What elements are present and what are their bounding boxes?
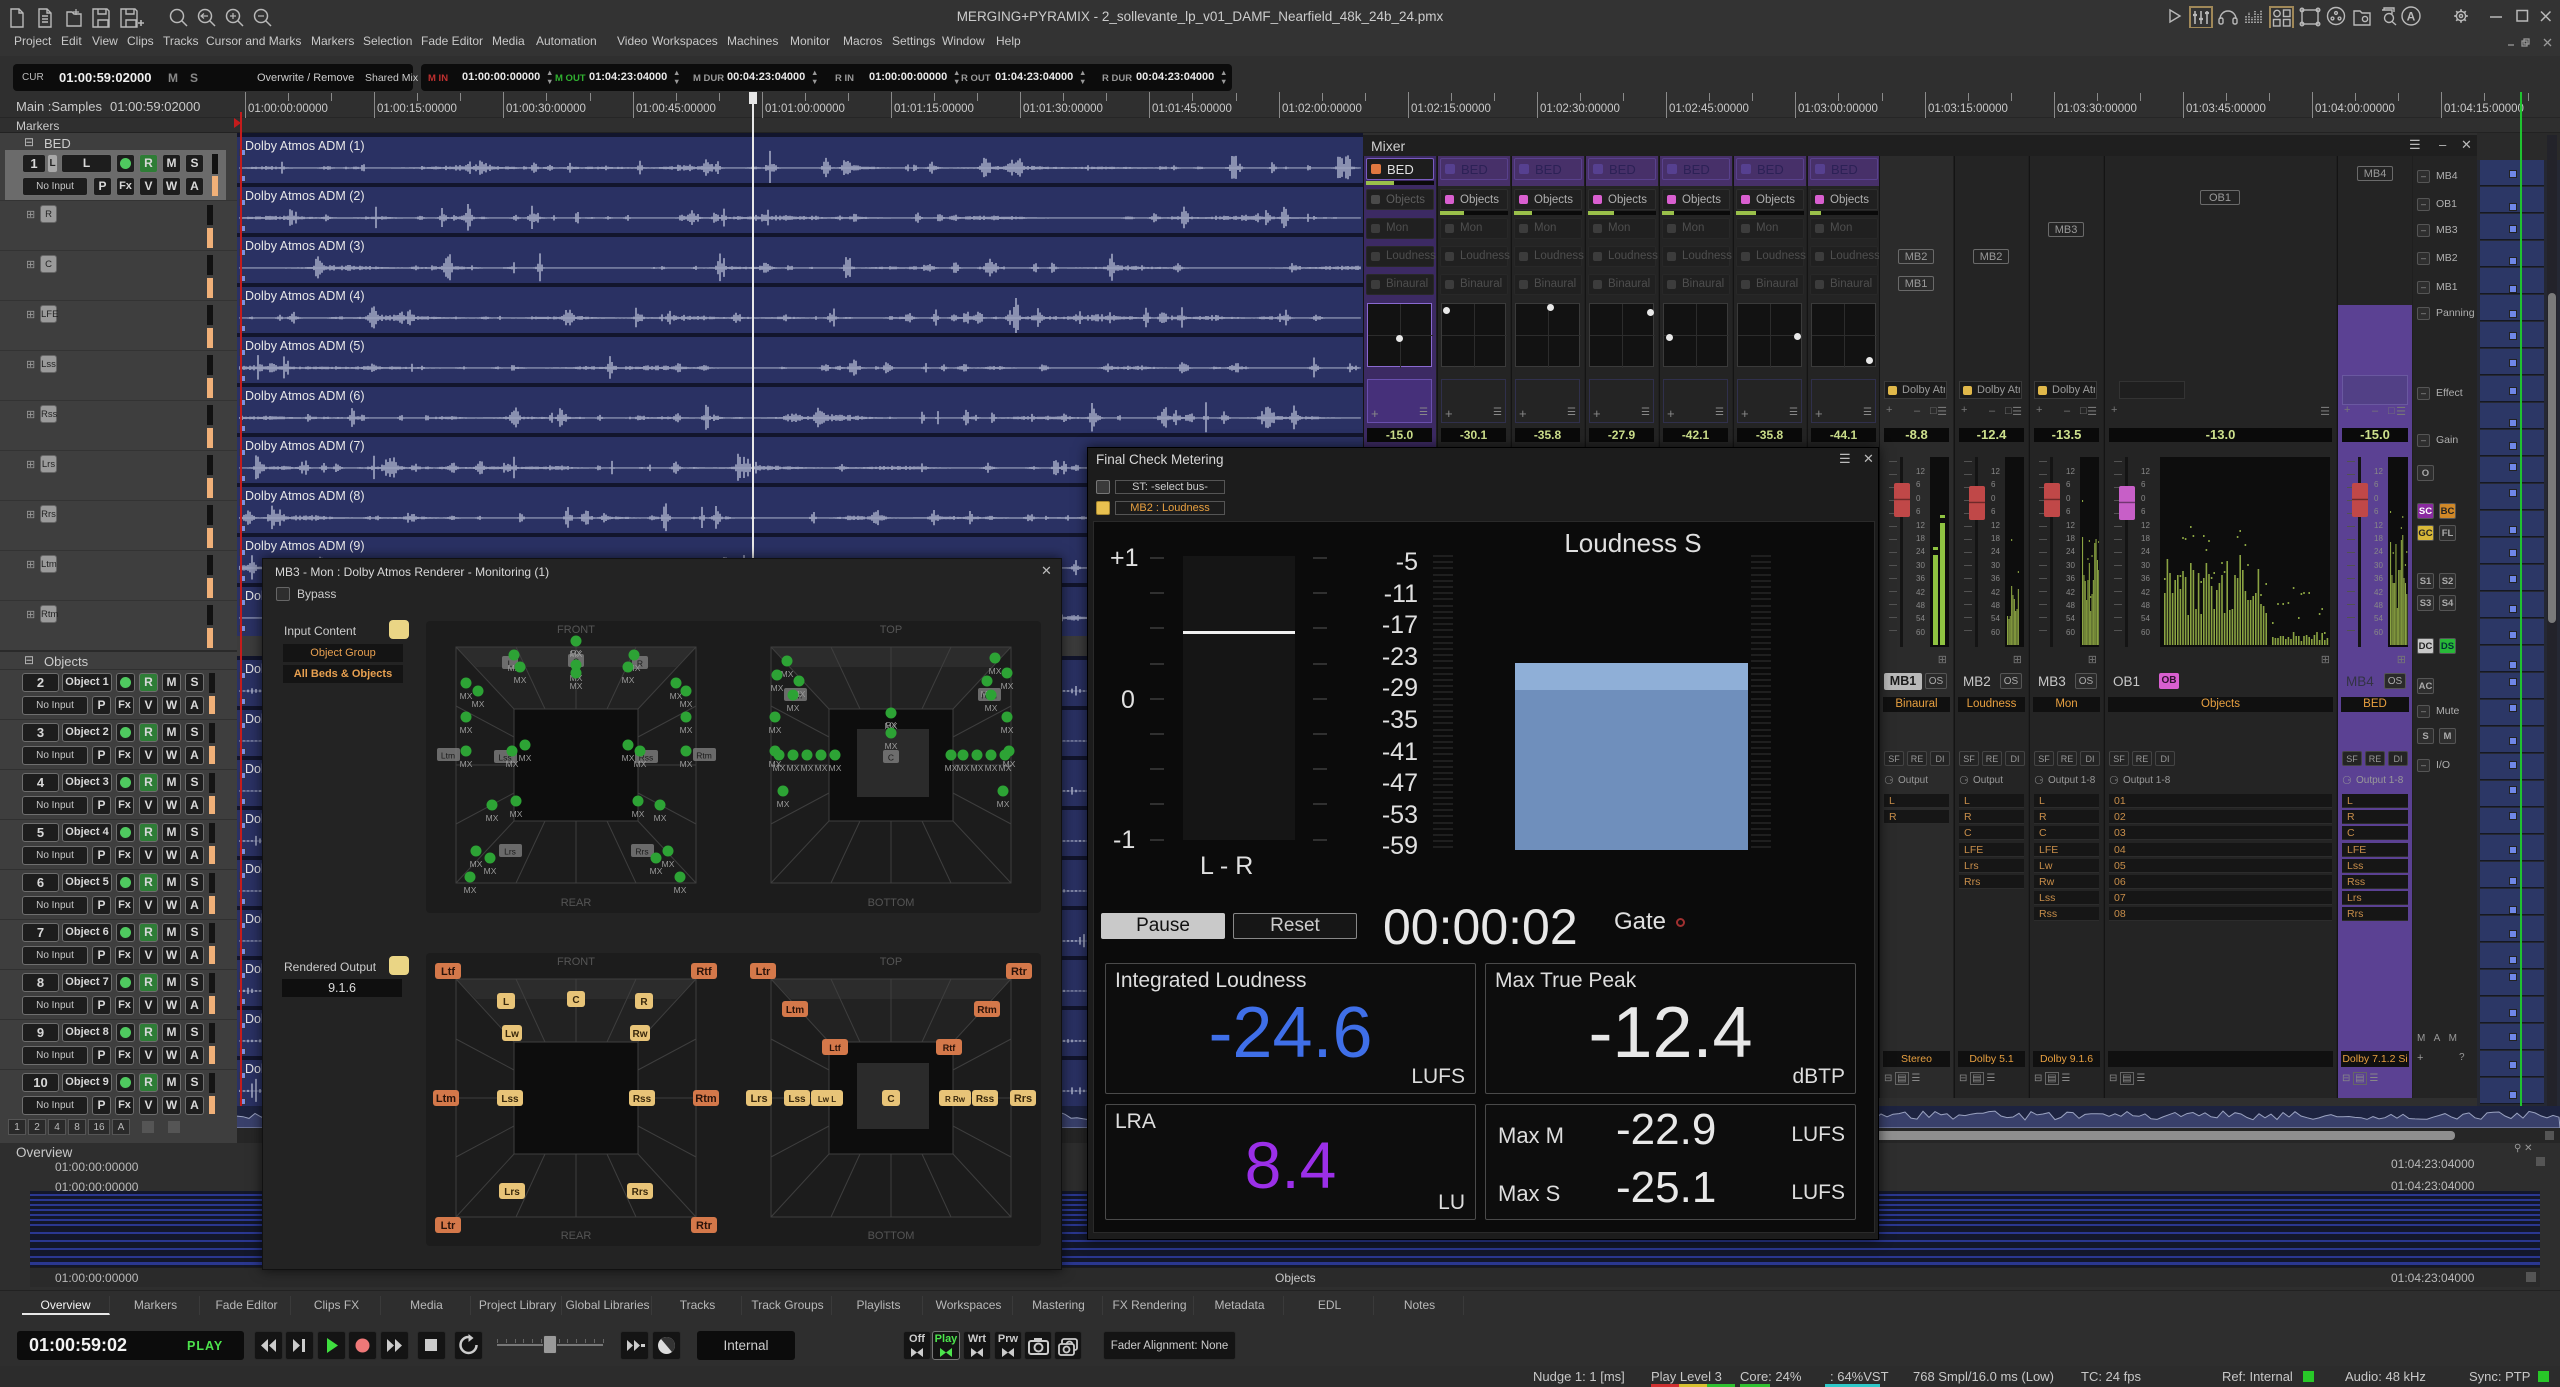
svg-text:MX: MX bbox=[460, 725, 473, 735]
svg-text:Lrs: Lrs bbox=[504, 847, 516, 857]
svg-text:Rtm: Rtm bbox=[695, 1093, 717, 1105]
svg-text:Ltm: Ltm bbox=[441, 751, 455, 761]
svg-text:MX: MX bbox=[662, 859, 675, 869]
svg-text:Rss: Rss bbox=[633, 1094, 652, 1105]
svg-text:MX: MX bbox=[470, 859, 483, 869]
svg-text:Lrs: Lrs bbox=[750, 1093, 767, 1105]
svg-text:Lw: Lw bbox=[505, 1029, 519, 1040]
svg-text:FX: FX bbox=[886, 720, 897, 730]
svg-text:MX: MX bbox=[514, 675, 527, 685]
svg-text:MX: MX bbox=[632, 809, 645, 819]
svg-text:Rss: Rss bbox=[976, 1094, 995, 1105]
svg-text:MX: MX bbox=[674, 885, 687, 895]
svg-text:Lss: Lss bbox=[788, 1094, 806, 1105]
svg-text:MX: MX bbox=[472, 699, 485, 709]
svg-text:MX: MX bbox=[510, 809, 523, 819]
svg-text:MX: MX bbox=[1001, 725, 1014, 735]
svg-text:Rtm: Rtm bbox=[696, 751, 712, 761]
svg-text:MX: MX bbox=[1001, 681, 1014, 691]
svg-text:MX: MX bbox=[680, 725, 693, 735]
svg-text:Rrs: Rrs bbox=[635, 847, 648, 857]
svg-text:Rw: Rw bbox=[633, 1029, 648, 1040]
svg-text:R: R bbox=[640, 997, 648, 1008]
svg-text:MX: MX bbox=[801, 763, 814, 773]
svg-text:MX: MX bbox=[999, 763, 1012, 773]
svg-text:Rrs: Rrs bbox=[632, 1187, 649, 1198]
svg-text:MX: MX bbox=[519, 753, 532, 763]
svg-text:Rtr: Rtr bbox=[1011, 966, 1028, 978]
svg-text:C: C bbox=[887, 1094, 894, 1105]
svg-text:Rtf: Rtf bbox=[696, 966, 712, 978]
svg-text:MX: MX bbox=[781, 669, 794, 679]
svg-text:C: C bbox=[888, 753, 894, 763]
svg-text:MX: MX bbox=[997, 799, 1010, 809]
svg-text:MX: MX bbox=[650, 866, 663, 876]
svg-text:Lrs: Lrs bbox=[504, 1187, 520, 1198]
svg-text:MX: MX bbox=[771, 683, 784, 693]
svg-text:MX: MX bbox=[506, 759, 519, 769]
svg-text:MX: MX bbox=[773, 763, 786, 773]
svg-text:MX: MX bbox=[654, 813, 667, 823]
svg-text:MX: MX bbox=[815, 763, 828, 773]
svg-text:Lw L: Lw L bbox=[818, 1095, 836, 1104]
svg-text:Ltf: Ltf bbox=[829, 1043, 841, 1053]
svg-text:Ltr: Ltr bbox=[441, 1220, 456, 1232]
svg-text:MX: MX bbox=[769, 725, 782, 735]
svg-text:MX: MX bbox=[622, 675, 635, 685]
svg-text:MX: MX bbox=[787, 763, 800, 773]
svg-text:MX: MX bbox=[885, 741, 898, 751]
svg-text:Rtr: Rtr bbox=[696, 1220, 713, 1232]
svg-text:Ltm: Ltm bbox=[436, 1093, 456, 1105]
svg-text:A: A bbox=[2407, 10, 2416, 24]
svg-text:MX: MX bbox=[829, 763, 842, 773]
svg-text:MX: MX bbox=[622, 753, 635, 763]
svg-text:Ltf: Ltf bbox=[441, 966, 455, 978]
svg-text:MX: MX bbox=[777, 799, 790, 809]
svg-text:MX: MX bbox=[985, 763, 998, 773]
svg-text:MX: MX bbox=[464, 885, 477, 895]
svg-text:MX: MX bbox=[985, 703, 998, 713]
svg-text:FX: FX bbox=[571, 648, 582, 658]
svg-text:Rtm: Rtm bbox=[977, 1005, 997, 1016]
svg-text:MX: MX bbox=[570, 681, 583, 691]
svg-text:C: C bbox=[572, 995, 579, 1006]
svg-text:Rrs: Rrs bbox=[1014, 1093, 1032, 1105]
svg-text:Rtf: Rtf bbox=[943, 1043, 956, 1053]
svg-text:MX: MX bbox=[989, 666, 1002, 676]
svg-text:MX: MX bbox=[484, 866, 497, 876]
svg-text:MX: MX bbox=[971, 763, 984, 773]
svg-text:MX: MX bbox=[634, 759, 647, 769]
svg-text:Lss: Lss bbox=[501, 1094, 519, 1105]
svg-text:R Rw: R Rw bbox=[945, 1095, 966, 1104]
svg-text:MX: MX bbox=[680, 699, 693, 709]
svg-text:MX: MX bbox=[486, 813, 499, 823]
svg-text:MX: MX bbox=[460, 759, 473, 769]
svg-text:Ltm: Ltm bbox=[786, 1005, 804, 1016]
svg-text:MX: MX bbox=[787, 703, 800, 713]
svg-text:MX: MX bbox=[957, 763, 970, 773]
svg-text:Ltr: Ltr bbox=[756, 966, 771, 978]
svg-text:L: L bbox=[503, 997, 509, 1008]
svg-text:MX: MX bbox=[680, 759, 693, 769]
